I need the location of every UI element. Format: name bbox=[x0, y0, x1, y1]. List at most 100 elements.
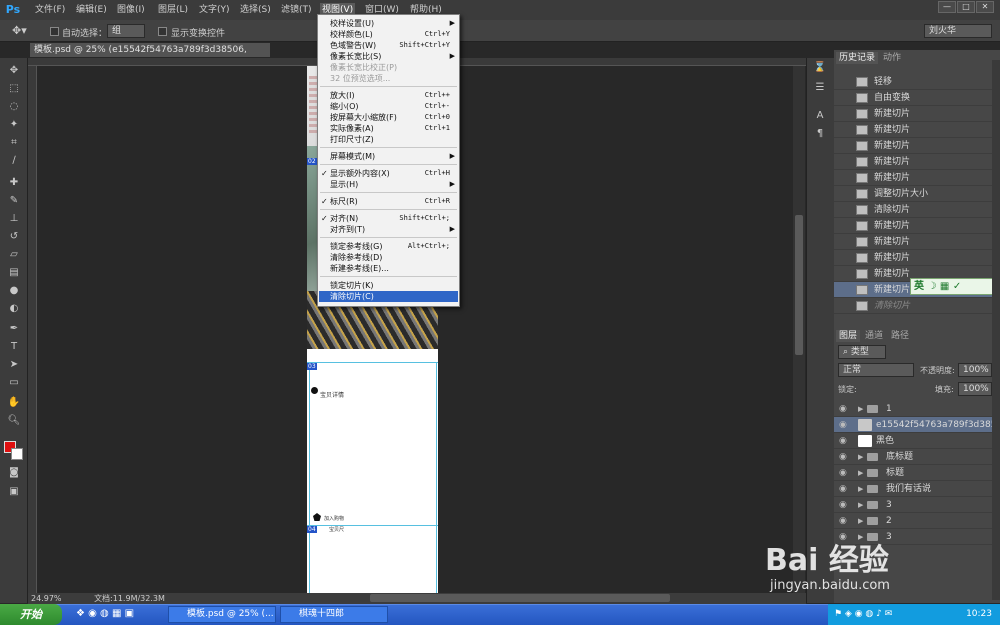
document-tab[interactable]: 模板.psd @ 25% (e15542f54763a789f3d38506, … bbox=[30, 43, 270, 69]
history-row[interactable]: 新建切片 bbox=[834, 138, 992, 154]
view-menu-item[interactable]: 显示(H) ▶ bbox=[319, 179, 458, 190]
expand-arrow-icon[interactable]: ▶ bbox=[858, 449, 863, 465]
show-transform-checkbox[interactable] bbox=[158, 27, 167, 36]
slice-badge[interactable]: 02 bbox=[307, 158, 317, 165]
history-row[interactable]: 清除切片 bbox=[834, 298, 992, 314]
view-menu-item[interactable]: 清除切片(C) bbox=[319, 291, 458, 302]
layer-row[interactable]: ◉ e15542f54763a789f3d38506 bbox=[834, 417, 1000, 433]
move-tool-icon[interactable]: ✥▾ bbox=[12, 24, 27, 37]
layer-row[interactable]: ◉ 黑色 bbox=[834, 433, 992, 449]
tab-channels[interactable]: 通道 bbox=[862, 330, 886, 342]
move-tool-icon[interactable]: ✥ bbox=[6, 64, 22, 78]
history-row[interactable]: 新建切片 bbox=[834, 170, 992, 186]
eraser-tool-icon[interactable]: ▱ bbox=[6, 248, 22, 262]
layer-row[interactable]: ◉ ▶ 1 bbox=[834, 401, 992, 417]
history-row[interactable]: 新建切片 bbox=[834, 106, 992, 122]
expand-arrow-icon[interactable]: ▶ bbox=[858, 481, 863, 497]
view-menu-item[interactable]: 校样设置(U) ▶ bbox=[319, 18, 458, 29]
visibility-eye-icon[interactable]: ◉ bbox=[839, 465, 847, 481]
visibility-eye-icon[interactable]: ◉ bbox=[839, 481, 847, 497]
view-menu-item[interactable]: ✓ 标尺(R) Ctrl+R bbox=[319, 196, 458, 207]
close-button[interactable]: ✕ bbox=[976, 1, 994, 13]
type-tool-icon[interactable]: T bbox=[6, 340, 22, 354]
horizontal-scroll-thumb[interactable] bbox=[370, 594, 670, 602]
menu-filter[interactable]: 滤镜(T) bbox=[279, 3, 314, 17]
clone-stamp-icon[interactable]: ⊥ bbox=[6, 212, 22, 226]
maximize-button[interactable]: □ bbox=[957, 1, 975, 13]
crop-tool-icon[interactable]: ⌗ bbox=[6, 136, 22, 150]
marquee-tool-icon[interactable]: ⬚ bbox=[6, 82, 22, 96]
layer-row[interactable]: ◉ ▶ 2 bbox=[834, 513, 992, 529]
tab-paths[interactable]: 路径 bbox=[888, 330, 912, 342]
visibility-eye-icon[interactable]: ◉ bbox=[839, 513, 847, 529]
view-menu-item[interactable]: 按屏幕大小缩放(F) Ctrl+0 bbox=[319, 112, 458, 123]
minimize-button[interactable]: — bbox=[938, 1, 956, 13]
expand-arrow-icon[interactable]: ▶ bbox=[858, 513, 863, 529]
zoom-level[interactable]: 24.97% bbox=[31, 594, 62, 603]
view-menu-item[interactable]: ✓ 显示额外内容(X) Ctrl+H bbox=[319, 168, 458, 179]
menu-type[interactable]: 文字(Y) bbox=[197, 3, 232, 17]
screen-mode-icon[interactable]: ▣ bbox=[6, 485, 22, 499]
history-panel-icon[interactable]: ⌛ bbox=[813, 62, 827, 74]
slice-badge[interactable]: 03 bbox=[307, 363, 317, 370]
layer-row[interactable]: ◉ ▶ 底标题 bbox=[834, 449, 992, 465]
visibility-eye-icon[interactable]: ◉ bbox=[839, 497, 847, 513]
panel-scrollbar[interactable] bbox=[992, 60, 1000, 600]
gradient-tool-icon[interactable]: ▤ bbox=[6, 266, 22, 280]
menu-file[interactable]: 文件(F) bbox=[33, 3, 67, 17]
history-row[interactable]: 轻移 bbox=[834, 74, 992, 90]
view-menu-item[interactable]: 缩小(O) Ctrl+- bbox=[319, 101, 458, 112]
paragraph-icon[interactable]: ¶ bbox=[813, 128, 827, 140]
visibility-eye-icon[interactable]: ◉ bbox=[839, 401, 847, 417]
view-menu-item[interactable]: 锁定切片(K) bbox=[319, 280, 458, 291]
history-row[interactable]: 新建切片 bbox=[834, 250, 992, 266]
layer-row[interactable]: ◉ ▶ 我们有话说 bbox=[834, 481, 992, 497]
view-menu-item[interactable]: 屏幕模式(M) ▶ bbox=[319, 151, 458, 162]
layer-row[interactable]: ◉ ▶ 标题 bbox=[834, 465, 992, 481]
zoom-tool-icon[interactable]: 🔍︎ bbox=[6, 414, 22, 428]
path-select-icon[interactable]: ➤ bbox=[6, 358, 22, 372]
history-brush-icon[interactable]: ↺ bbox=[6, 230, 22, 244]
brush-tool-icon[interactable]: ✎ bbox=[6, 194, 22, 208]
pen-tool-icon[interactable]: ✒ bbox=[6, 322, 22, 336]
expand-arrow-icon[interactable]: ▶ bbox=[858, 465, 863, 481]
menu-select[interactable]: 选择(S) bbox=[238, 3, 273, 17]
view-menu-item[interactable]: 对齐到(T) ▶ bbox=[319, 224, 458, 235]
quicklaunch-icons[interactable]: ❖ ◉ ◍ ▦ ▣ bbox=[76, 608, 134, 619]
healing-brush-icon[interactable]: ✚ bbox=[6, 176, 22, 190]
quick-mask-icon[interactable]: ◙ bbox=[6, 466, 22, 480]
tab-history[interactable]: 历史记录 bbox=[836, 52, 879, 64]
tray-icons[interactable]: ⚑ ◈ ◉ ◍ ♪ ✉ bbox=[834, 609, 892, 619]
history-row[interactable]: 调整切片大小 bbox=[834, 186, 992, 202]
visibility-eye-icon[interactable]: ◉ bbox=[839, 417, 847, 433]
blend-mode-dropdown[interactable]: 正常 bbox=[838, 363, 914, 377]
auto-select-checkbox[interactable] bbox=[50, 27, 59, 36]
tab-actions[interactable]: 动作 bbox=[880, 52, 904, 64]
background-color-swatch[interactable] bbox=[11, 448, 23, 460]
slice-badge[interactable]: 04 bbox=[307, 526, 317, 533]
history-row[interactable]: 新建切片 bbox=[834, 234, 992, 250]
workspace-dropdown[interactable]: 刘火华 bbox=[924, 24, 992, 38]
adjust-icon[interactable]: ☰ bbox=[813, 82, 827, 94]
view-menu-item[interactable]: 清除参考线(D) bbox=[319, 252, 458, 263]
layer-filter-dropdown[interactable]: ⌕ 类型 bbox=[838, 345, 886, 359]
fill-input[interactable]: 100% bbox=[958, 382, 992, 396]
history-row[interactable]: 自由变换 bbox=[834, 90, 992, 106]
view-menu-item[interactable]: 校样颜色(L) Ctrl+Y bbox=[319, 29, 458, 40]
hand-tool-icon[interactable]: ✋ bbox=[6, 396, 22, 410]
start-button[interactable]: 开始 bbox=[0, 604, 62, 625]
history-row[interactable]: 新建切片 bbox=[834, 218, 992, 234]
view-menu-item[interactable]: 实际像素(A) Ctrl+1 bbox=[319, 123, 458, 134]
view-menu-item[interactable]: 打印尺寸(Z) bbox=[319, 134, 458, 145]
task-folder[interactable]: 棋魂十四郎 bbox=[280, 606, 388, 623]
task-photoshop[interactable]: 模板.psd @ 25% (... bbox=[168, 606, 276, 623]
opacity-input[interactable]: 100% bbox=[958, 363, 992, 377]
menu-image[interactable]: 图像(I) bbox=[115, 3, 147, 17]
expand-arrow-icon[interactable]: ▶ bbox=[858, 497, 863, 513]
menu-edit[interactable]: 编辑(E) bbox=[74, 3, 109, 17]
view-menu-item[interactable]: 色域警告(W) Shift+Ctrl+Y bbox=[319, 40, 458, 51]
menu-layer[interactable]: 图层(L) bbox=[156, 3, 190, 17]
layer-row[interactable]: ◉ ▶ 3 bbox=[834, 497, 992, 513]
history-row[interactable]: 新建切片 bbox=[834, 122, 992, 138]
visibility-eye-icon[interactable]: ◉ bbox=[839, 449, 847, 465]
